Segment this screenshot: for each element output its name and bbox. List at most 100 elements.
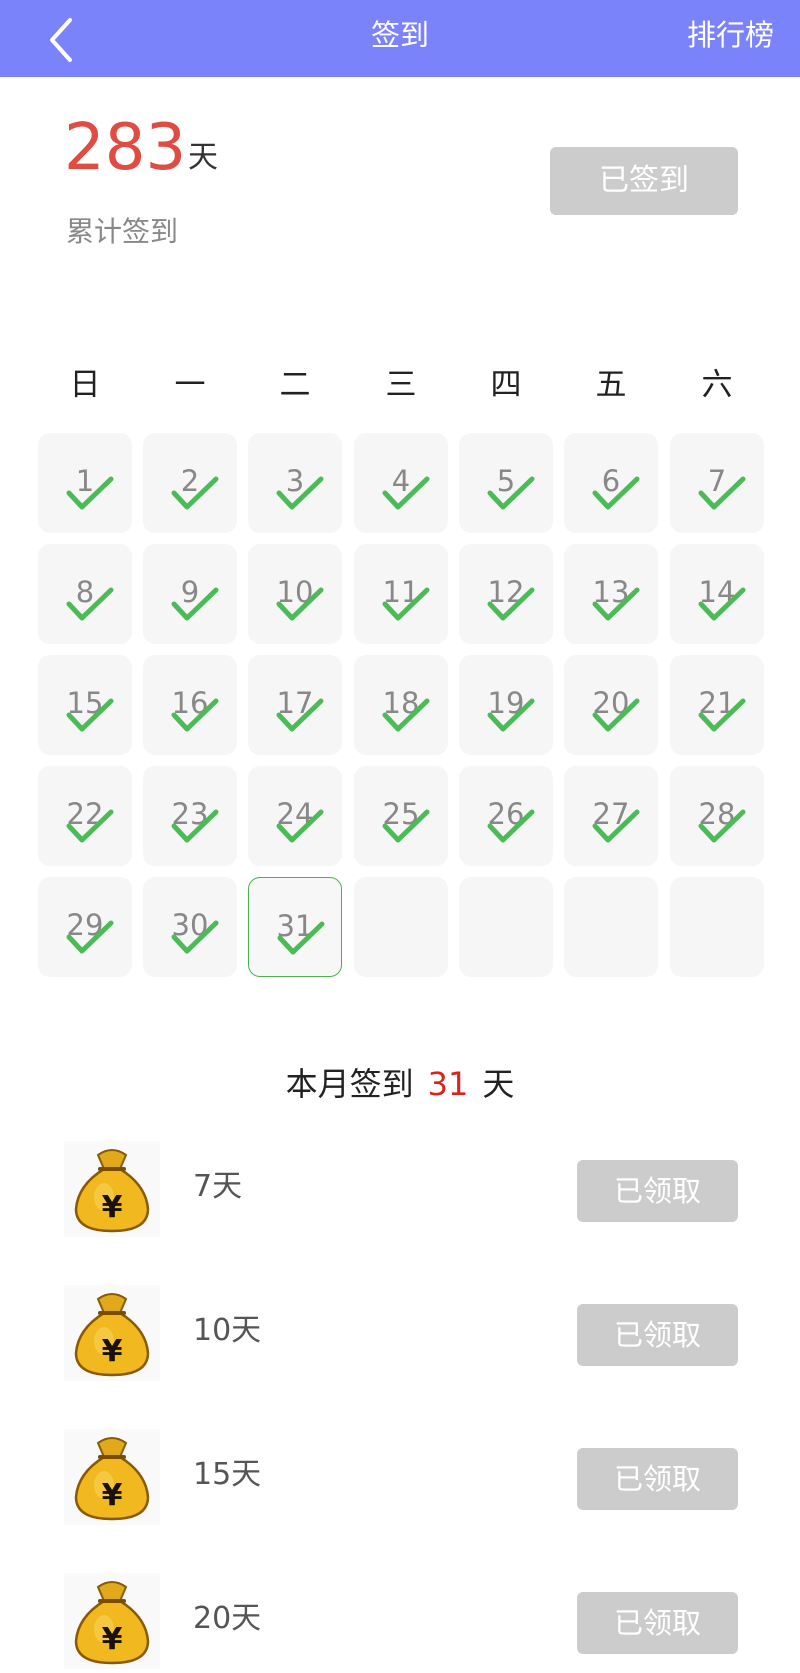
weekday-label: 五 xyxy=(595,367,627,403)
checkmark-icon xyxy=(276,698,324,732)
calendar-day[interactable]: 23 xyxy=(143,766,237,866)
checkmark-icon xyxy=(66,920,114,954)
calendar-day[interactable]: 30 xyxy=(143,877,237,977)
weekday-label: 日 xyxy=(69,367,101,403)
calendar-day[interactable]: 7 xyxy=(670,433,764,533)
money-bag-icon: ¥ xyxy=(64,1429,160,1525)
checkmark-icon xyxy=(592,587,640,621)
weekday-label: 一 xyxy=(174,367,206,403)
calendar-day[interactable]: 4 xyxy=(354,433,448,533)
leaderboard-link[interactable]: 排行榜 xyxy=(687,0,774,70)
checkmark-icon xyxy=(66,698,114,732)
month-summary: 本月签到 31 天 xyxy=(0,1062,800,1106)
calendar-day[interactable]: 11 xyxy=(354,544,448,644)
calendar-day[interactable]: 31 xyxy=(248,877,342,977)
checkmark-icon xyxy=(698,587,746,621)
weekday-header: 日 一 二 三 四 五 六 xyxy=(38,355,764,415)
reward-days: 15天 xyxy=(193,1457,262,1492)
calendar-empty-cell xyxy=(354,877,448,977)
calendar-day[interactable]: 6 xyxy=(564,433,658,533)
money-bag-icon: ¥ xyxy=(64,1285,160,1381)
checkmark-icon xyxy=(382,476,430,510)
checkmark-icon xyxy=(66,587,114,621)
checkmark-icon xyxy=(66,476,114,510)
calendar-day[interactable]: 14 xyxy=(670,544,764,644)
checkmark-icon xyxy=(698,698,746,732)
calendar-day[interactable]: 25 xyxy=(354,766,448,866)
calendar-day[interactable]: 8 xyxy=(38,544,132,644)
calendar-day[interactable]: 15 xyxy=(38,655,132,755)
claimed-button[interactable]: 已领取 xyxy=(577,1592,738,1654)
checkmark-icon xyxy=(487,698,535,732)
top-bar: 签到 排行榜 xyxy=(0,0,800,77)
money-bag-icon: ¥ xyxy=(64,1573,160,1669)
weekday-label: 六 xyxy=(701,367,733,403)
checkmark-icon xyxy=(592,809,640,843)
calendar-day[interactable]: 22 xyxy=(38,766,132,866)
calendar-day[interactable]: 26 xyxy=(459,766,553,866)
calendar-day[interactable]: 20 xyxy=(564,655,658,755)
checkmark-icon xyxy=(171,809,219,843)
checkmark-icon xyxy=(277,921,325,955)
checkmark-icon xyxy=(487,809,535,843)
checkmark-icon xyxy=(382,809,430,843)
checkmark-icon xyxy=(171,476,219,510)
svg-text:¥: ¥ xyxy=(102,1478,123,1513)
calendar-day[interactable]: 24 xyxy=(248,766,342,866)
calendar-day[interactable]: 18 xyxy=(354,655,448,755)
checkmark-icon xyxy=(276,476,324,510)
calendar-empty-cell xyxy=(670,877,764,977)
checkmark-icon xyxy=(592,476,640,510)
calendar-day[interactable]: 29 xyxy=(38,877,132,977)
calendar-day[interactable]: 16 xyxy=(143,655,237,755)
calendar-day[interactable]: 13 xyxy=(564,544,658,644)
checkmark-icon xyxy=(698,809,746,843)
checkmark-icon xyxy=(698,476,746,510)
claimed-button[interactable]: 已领取 xyxy=(577,1304,738,1366)
checkmark-icon xyxy=(382,698,430,732)
checkmark-icon xyxy=(276,809,324,843)
money-bag-icon: ¥ xyxy=(64,1141,160,1237)
calendar-day[interactable]: 12 xyxy=(459,544,553,644)
svg-text:¥: ¥ xyxy=(102,1622,123,1657)
calendar-empty-cell xyxy=(459,877,553,977)
calendar-day[interactable]: 17 xyxy=(248,655,342,755)
total-days-count: 283 xyxy=(64,111,187,185)
claimed-button[interactable]: 已领取 xyxy=(577,1448,738,1510)
weekday-label: 四 xyxy=(490,367,522,403)
calendar-day[interactable]: 2 xyxy=(143,433,237,533)
calendar-day[interactable]: 9 xyxy=(143,544,237,644)
calendar-empty-cell xyxy=(564,877,658,977)
calendar-day[interactable]: 27 xyxy=(564,766,658,866)
month-summary-prefix: 本月签到 xyxy=(285,1065,414,1103)
claimed-button[interactable]: 已领取 xyxy=(577,1160,738,1222)
reward-row: ¥15天 已领取 xyxy=(0,1429,800,1529)
reward-row: ¥20天 已领取 xyxy=(0,1573,800,1673)
reward-row: ¥10天 已领取 xyxy=(0,1285,800,1385)
checkmark-icon xyxy=(487,587,535,621)
weekday-label: 三 xyxy=(385,367,417,403)
calendar-day[interactable]: 19 xyxy=(459,655,553,755)
checkmark-icon xyxy=(382,587,430,621)
checkmark-icon xyxy=(171,920,219,954)
reward-days: 7天 xyxy=(193,1169,243,1204)
checkmark-icon xyxy=(171,587,219,621)
weekday-label: 二 xyxy=(279,367,311,403)
total-days-label: 累计签到 xyxy=(66,215,179,248)
month-summary-suffix: 天 xyxy=(482,1065,515,1103)
calendar-day[interactable]: 10 xyxy=(248,544,342,644)
checkmark-icon xyxy=(487,476,535,510)
checkmark-icon xyxy=(592,698,640,732)
calendar-day[interactable]: 1 xyxy=(38,433,132,533)
total-days-unit: 天 xyxy=(188,140,218,175)
reward-row: ¥7天 已领取 xyxy=(0,1141,800,1241)
checkmark-icon xyxy=(171,698,219,732)
calendar-day[interactable]: 3 xyxy=(248,433,342,533)
calendar-day[interactable]: 5 xyxy=(459,433,553,533)
signed-in-button[interactable]: 已签到 xyxy=(550,147,738,215)
calendar-day[interactable]: 28 xyxy=(670,766,764,866)
reward-days: 10天 xyxy=(193,1313,262,1348)
calendar-day[interactable]: 21 xyxy=(670,655,764,755)
month-summary-count: 31 xyxy=(427,1065,469,1103)
checkmark-icon xyxy=(276,587,324,621)
